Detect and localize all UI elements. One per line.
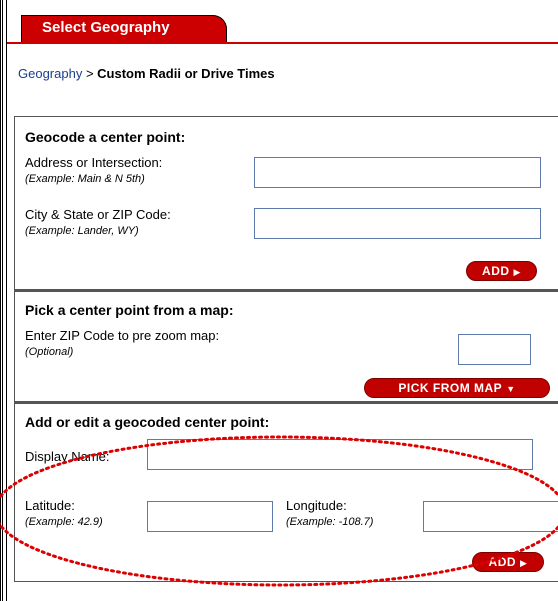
frame-border-inner	[6, 0, 7, 601]
longitude-label-group: Longitude: (Example: -108.7)	[286, 498, 373, 530]
latitude-label: Latitude:	[25, 498, 75, 513]
geocode-panel: Geocode a center point: Address or Inter…	[14, 116, 558, 290]
arrow-right-icon: ▶	[520, 558, 528, 568]
address-label-group: Address or Intersection: (Example: Main …	[25, 155, 162, 187]
tab-select-geography[interactable]: Select Geography	[21, 15, 227, 43]
zip-label: Enter ZIP Code to pre zoom map:	[25, 328, 220, 343]
city-label: City & State or ZIP Code:	[25, 207, 171, 222]
pick-panel: Pick a center point from a map: Enter ZI…	[14, 290, 558, 402]
address-label: Address or Intersection:	[25, 155, 163, 170]
display-name-input[interactable]	[147, 439, 533, 470]
tab-underline	[7, 42, 558, 44]
pick-title: Pick a center point from a map:	[25, 302, 234, 318]
longitude-label: Longitude:	[286, 498, 347, 513]
geocode-add-label: ADD	[482, 264, 510, 278]
edit-add-button[interactable]: ADD ▶	[472, 552, 544, 572]
breadcrumb-link-geography[interactable]: Geography	[18, 66, 82, 81]
pick-from-map-label: PICK FROM MAP	[398, 381, 503, 395]
pick-from-map-button[interactable]: PICK FROM MAP ▼	[364, 378, 550, 398]
zip-label-group: Enter ZIP Code to pre zoom map: (Optiona…	[25, 328, 219, 360]
breadcrumb-separator: >	[85, 66, 94, 81]
longitude-example: (Example: -108.7)	[286, 516, 374, 528]
address-input[interactable]	[254, 157, 541, 188]
zip-input[interactable]	[458, 334, 531, 365]
frame-border-left	[0, 0, 3, 601]
tab-strip: Select Geography	[7, 0, 558, 43]
longitude-input[interactable]	[423, 501, 558, 532]
breadcrumb-current: Custom Radii or Drive Times	[97, 66, 275, 81]
address-example: (Example: Main & N 5th)	[25, 173, 145, 185]
geocode-title: Geocode a center point:	[25, 129, 186, 145]
latitude-example: (Example: 42.9)	[25, 516, 103, 528]
tab-label: Select Geography	[42, 19, 170, 36]
zip-note: (Optional)	[25, 346, 74, 358]
arrow-down-icon: ▼	[506, 384, 516, 394]
city-example: (Example: Lander, WY)	[25, 225, 139, 237]
edit-title: Add or edit a geocoded center point:	[25, 414, 270, 430]
edit-panel: Add or edit a geocoded center point: Dis…	[14, 402, 558, 582]
edit-add-label: ADD	[488, 555, 517, 569]
geocode-add-button[interactable]: ADD ▶	[466, 261, 537, 281]
city-input[interactable]	[254, 208, 541, 239]
display-name-label: Display Name:	[25, 449, 110, 464]
latitude-label-group: Latitude: (Example: 42.9)	[25, 498, 103, 530]
arrow-right-icon: ▶	[513, 267, 521, 277]
latitude-input[interactable]	[147, 501, 273, 532]
city-label-group: City & State or ZIP Code: (Example: Land…	[25, 207, 171, 239]
breadcrumb: Geography > Custom Radii or Drive Times	[18, 66, 275, 81]
